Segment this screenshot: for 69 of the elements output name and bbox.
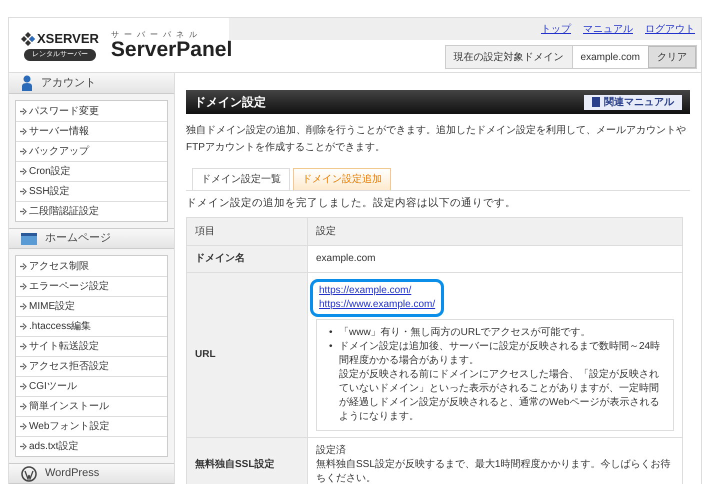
arrow-icon	[20, 343, 28, 350]
logo-icon	[21, 32, 35, 46]
arrow-icon	[20, 323, 28, 330]
row-label: URL	[186, 272, 308, 438]
header-link[interactable]: ログアウト	[645, 22, 695, 36]
bullet-marker: •	[329, 326, 334, 340]
arrow-icon	[20, 363, 28, 370]
arrow-icon	[20, 208, 28, 215]
note-text: ドメイン設定は追加後、サーバーに設定が反映されるまで数時間～24時間程度かかる場合があります。	[339, 340, 662, 368]
arrow-icon	[20, 148, 28, 155]
tab[interactable]: ドメイン設定一覧	[192, 168, 290, 190]
sidebar-section-header[interactable]: ホームページ	[9, 228, 174, 249]
product-name: ServerPanel	[110, 38, 232, 60]
note-text: 設定が反映される前にドメインにアクセスした場合、「設定が反映されていないドメイン」といった表示がされることがありますが、一定時間が経過しドメイン設定が反映されると、通常のWebページが表示されるようになります。	[339, 368, 660, 424]
clear-button[interactable]: クリア	[648, 46, 696, 68]
arrow-icon	[20, 423, 28, 430]
setting-text: example.com	[316, 252, 376, 266]
target-domain-label: 現在の設定対象ドメイン	[446, 46, 573, 68]
arrow-icon	[20, 262, 28, 270]
sidebar-item[interactable]: 二段階認証設定	[16, 201, 167, 221]
bullet-marker: •	[329, 340, 334, 354]
url-link[interactable]: https://example.com/	[319, 284, 436, 298]
setting-text: 設定済	[316, 444, 347, 458]
arrow-icon	[20, 128, 28, 135]
header-link[interactable]: トップ	[541, 22, 571, 36]
arrow-icon	[20, 108, 28, 114]
arrow-icon	[20, 303, 28, 310]
sidebar-item[interactable]: MIME設定	[16, 296, 167, 316]
person-icon	[21, 75, 33, 91]
note-text: 「www」有り・無し両方のURLでアクセスが可能です。	[339, 326, 591, 340]
sidebar-item[interactable]: アクセス拒否設定	[16, 356, 167, 376]
sidebar-item[interactable]: ads.txt設定	[16, 436, 167, 456]
arrow-icon	[20, 443, 28, 450]
url-link[interactable]: https://www.example.com/	[319, 298, 436, 312]
arrow-icon	[20, 188, 28, 195]
sidebar-item[interactable]: Cron設定	[16, 161, 167, 181]
sidebar-item[interactable]: パスワード変更	[16, 101, 167, 121]
sidebar-item[interactable]: 簡単インストール	[16, 396, 167, 416]
row-label: ドメイン名	[186, 245, 308, 272]
row-label: 無料独自SSL設定	[186, 437, 308, 484]
setting-text: 無料独自SSL設定が反映するまで、最大1時間程度かかります。今しばらくお待ちください。	[316, 458, 672, 484]
column-header: 項目	[186, 217, 308, 246]
sidebar-item[interactable]: バックアップ	[16, 141, 167, 161]
sidebar-item[interactable]: エラーページ設定	[16, 276, 167, 296]
product-subtitle: サーバーパネル	[110, 30, 203, 38]
arrow-icon	[20, 168, 28, 175]
sidebar-item[interactable]: Webフォント設定	[16, 416, 167, 436]
sidebar-item[interactable]: サイト転送設定	[16, 336, 167, 356]
arrow-icon	[20, 383, 28, 390]
arrow-icon	[20, 283, 28, 290]
sidebar-item[interactable]: アクセス制限	[16, 256, 167, 276]
manual-button[interactable]: 関連マニュアル	[584, 94, 682, 110]
book-icon	[592, 97, 600, 107]
sidebar-section-header[interactable]: アカウント	[9, 73, 174, 94]
sidebar-section-header[interactable]: WordPress	[9, 463, 174, 484]
sidebar-item[interactable]: SSH設定	[16, 181, 167, 201]
column-header: 設定	[308, 217, 682, 246]
wordpress-icon	[21, 466, 37, 482]
window-icon	[21, 232, 37, 246]
logo-text: XSERVER	[37, 30, 99, 48]
arrow-icon	[20, 403, 28, 410]
status-message: ドメイン設定の追加を完了しました。設定内容は以下の通りです。	[186, 196, 517, 211]
page-title: ドメイン設定	[194, 94, 266, 111]
sidebar-item[interactable]: CGIツール	[16, 376, 167, 396]
sidebar-item[interactable]: .htaccess編集	[16, 316, 167, 336]
header-link[interactable]: マニュアル	[583, 22, 633, 36]
target-domain-value: example.com	[580, 50, 641, 64]
description-text: 独自ドメイン設定の追加、削除を行うことができます。追加したドメイン設定を利用して、メールアカウントやFTPアカウントを作成することができます。	[186, 124, 687, 155]
sidebar-item[interactable]: サーバー情報	[16, 121, 167, 141]
